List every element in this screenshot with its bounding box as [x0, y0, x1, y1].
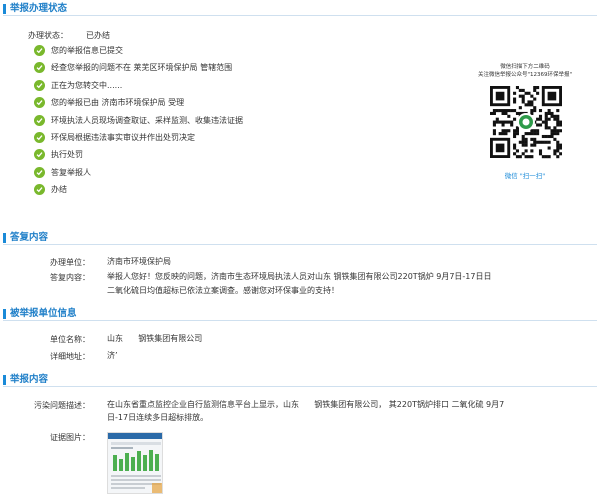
unit-label: 办理单位： [50, 258, 90, 267]
section-header-reply: 答复内容 [3, 231, 597, 245]
progress-step-text: 您的举报已由 济南市环境保护局 受理 [51, 98, 185, 108]
content-line-1: 举报人您好！您反映的问题，济南市生态环境局执法人员对山东 钢铁集团有限公司220… [107, 272, 492, 281]
section-bar [3, 375, 6, 385]
section-header-report: 举报内容 [3, 373, 597, 387]
section-bar [3, 309, 6, 319]
section-title: 举报办理状态 [10, 3, 68, 14]
section-header-reported: 被举报单位信息 [3, 307, 597, 321]
progress-step-text: 执行处罚 [51, 150, 83, 160]
content-label: 答复内容： [50, 273, 90, 282]
section-header-status: 举报办理状态 [3, 2, 597, 16]
status-value: 已办结 [86, 31, 110, 40]
unit-name-value: 山东 钢铁集团有限公司 [107, 334, 203, 343]
evidence-label: 证据图片： [50, 433, 90, 442]
content-line-2: 二氧化硫日均值超标已依法立案调查。感谢您对环保事业的支持！ [107, 286, 339, 295]
pollution-desc-label: 污染问题描述： [34, 401, 90, 410]
address-label: 详细地址： [50, 352, 90, 361]
section-bar [3, 233, 6, 243]
section-title: 被举报单位信息 [10, 308, 77, 319]
qr-code-icon [490, 86, 563, 166]
check-circle-icon [34, 79, 45, 91]
check-circle-icon [34, 97, 45, 109]
qr-caption-1: 微信扫描下方二维码 [500, 64, 550, 70]
status-label: 办理状态： [28, 31, 68, 40]
progress-step-text: 答复举报人 [51, 167, 91, 177]
qr-footer: 微信 "扫一扫" [504, 172, 546, 180]
section-title: 举报内容 [10, 374, 49, 385]
check-circle-icon [34, 45, 45, 56]
pollution-desc-line-2: 日-17日连续多日超标排放。 [107, 413, 209, 422]
unit-value: 济南市环境保护局 [107, 257, 171, 266]
check-circle-icon [34, 184, 45, 196]
section-bar [3, 4, 6, 14]
evidence-image-thumbnail[interactable] [107, 432, 163, 494]
progress-step-text: 经查您举报的问题不在 莱芜区环境保护局 管辖范围 [51, 63, 233, 73]
progress-step-text: 环境执法人员现场调查取证、采样监测、收集违法证据 [51, 115, 243, 125]
check-circle-icon [34, 149, 45, 161]
check-circle-icon [34, 114, 45, 126]
progress-step-text: 办结 [51, 185, 67, 195]
address-value: 济’ [107, 351, 118, 360]
progress-step-text: 环保局根据违法事实审议并作出处罚决定 [51, 133, 195, 142]
check-circle-icon [34, 62, 45, 74]
check-circle-icon [34, 132, 45, 143]
unit-name-label: 单位名称： [50, 335, 90, 344]
progress-step-text: 正在为您转交中...... [51, 80, 123, 90]
pollution-desc-line-1: 在山东省重点监控企业自行监测信息平台上显示，山东 钢铁集团有限公司， 其220T… [107, 400, 505, 409]
check-circle-icon [34, 166, 45, 178]
section-title: 答复内容 [10, 232, 49, 243]
qr-caption-2: 关注微信举报公众号"12369环保举报" [477, 72, 573, 78]
progress-step-text: 您的举报信息已提交 [51, 46, 123, 55]
